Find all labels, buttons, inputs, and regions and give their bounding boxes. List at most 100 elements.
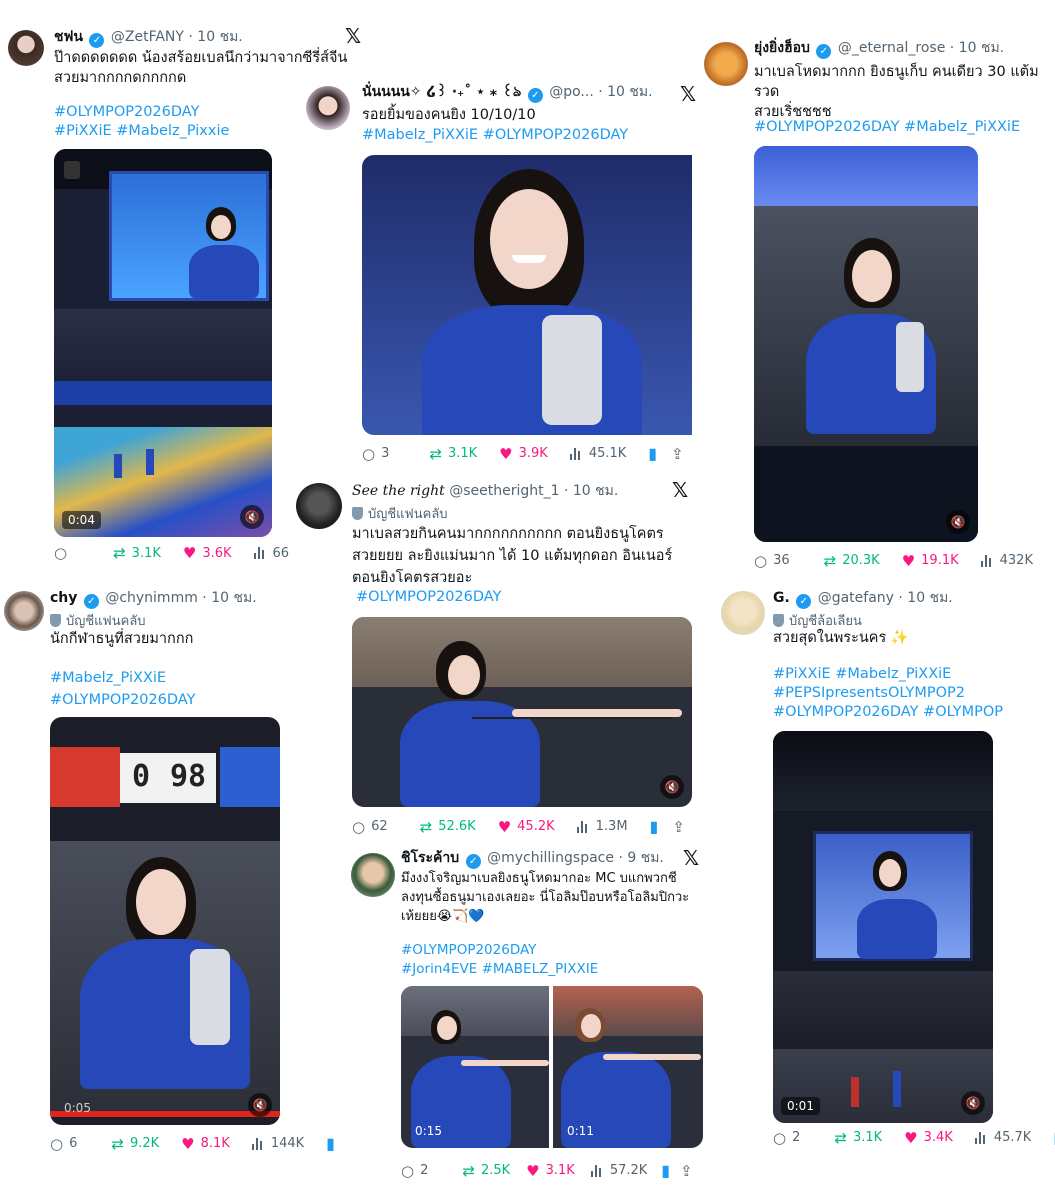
bookmark-icon[interactable]: ▮	[650, 817, 659, 836]
bookmark-icon[interactable]: ▮	[326, 1134, 335, 1153]
scoreboard-scene: 0 98	[50, 717, 280, 1125]
views-icon	[251, 1137, 265, 1150]
tweet-photo[interactable]	[362, 155, 692, 435]
like-button[interactable]: ♥ 3.9K	[499, 445, 548, 463]
retweet-button[interactable]: ⇄ 52.6K	[420, 818, 476, 836]
mute-icon[interactable]: 🔇	[248, 1093, 272, 1117]
retweet-count: 3.1K	[447, 446, 478, 461]
handle[interactable]: @gatefany	[818, 590, 894, 606]
mute-icon[interactable]: 🔇	[240, 505, 264, 529]
video-player[interactable]: 0 98 0:05 🔇	[50, 717, 280, 1125]
tweet-card[interactable]: ชิโระค้าบ ✓ @mychillingspace · 9 ชม. 𝕏 ม…	[345, 845, 715, 1185]
avatar[interactable]	[306, 86, 350, 130]
tweet-card[interactable]: chy ✓ @chynimmm · 10 ชม. บัญชีแฟนคลับ นั…	[0, 585, 335, 1165]
reply-button[interactable]: ○ 2	[773, 1129, 800, 1147]
reply-button[interactable]: ○ 62	[352, 818, 388, 836]
share-icon[interactable]: ⇪	[680, 1162, 693, 1180]
video-player[interactable]: 0:15	[401, 986, 549, 1148]
handle[interactable]: @seetheright_1	[449, 483, 559, 499]
display-name[interactable]: chy	[50, 590, 77, 606]
reply-button[interactable]: ○	[54, 544, 73, 562]
tweet-card[interactable]: See the right @seetheright_1 · 10 ชม. 𝕏 …	[290, 475, 700, 845]
mute-icon[interactable]: 🔇	[946, 510, 970, 534]
handle[interactable]: @ZetFANY	[111, 29, 184, 45]
retweet-button[interactable]: ⇄ 20.3K	[824, 552, 880, 570]
handle[interactable]: @po...	[549, 84, 594, 100]
shield-icon	[50, 614, 61, 627]
retweet-button[interactable]: ⇄ 3.1K	[113, 544, 161, 562]
timestamp[interactable]: · 10 ชม.	[898, 590, 952, 606]
timestamp[interactable]: · 10 ชม.	[202, 590, 256, 606]
hashtags[interactable]: #PiXXiE #Mabelz_PiXXiE #PEPSIpresentsOLY…	[773, 665, 1053, 722]
like-button[interactable]: ♥ 3.4K	[904, 1129, 953, 1147]
display-name[interactable]: ชิโระค้าบ	[401, 850, 459, 866]
views-button[interactable]: 57.2K	[590, 1163, 647, 1178]
reply-button[interactable]: ○ 6	[50, 1135, 77, 1153]
reply-button[interactable]: ○ 36	[754, 552, 790, 570]
like-button[interactable]: ♥ 19.1K	[902, 552, 959, 570]
hashtags[interactable]: #OLYMPOP2026DAY	[356, 588, 686, 607]
like-button[interactable]: ♥ 3.6K	[183, 544, 232, 562]
hashtags[interactable]: #OLYMPOP2026DAY #Mabelz_PiXXiE	[754, 118, 1054, 137]
bookmark-icon[interactable]: ▮	[648, 444, 657, 463]
mute-icon[interactable]: 🔇	[660, 775, 684, 799]
mute-icon[interactable]: 🔇	[961, 1091, 985, 1115]
score-right: 98	[170, 759, 207, 794]
video-player[interactable]: 0:04 🔇	[54, 149, 272, 537]
handle[interactable]: @_eternal_rose	[838, 40, 946, 56]
tweet-card[interactable]: นั่นนนน✧ ໒꒱ ‧₊˚ ⋆ ⁎ ꒰ঌ ✓ @po... · 10 ชม.…	[300, 78, 700, 473]
views-button[interactable]: 1.3M	[576, 819, 628, 834]
avatar[interactable]	[296, 483, 342, 529]
avatar[interactable]	[351, 853, 395, 897]
reply-count: 62	[371, 819, 388, 834]
tweet-card[interactable]: G. ✓ @gatefany · 10 ชม. บัญชีล้อเลียน สว…	[715, 585, 1055, 1160]
like-button[interactable]: ♥ 45.2K	[498, 818, 555, 836]
timestamp[interactable]: · 9 ชม.	[618, 850, 663, 866]
hashtags[interactable]: #Mabelz_PiXXiE #OLYMPOP2026DAY	[362, 126, 692, 145]
views-button[interactable]: 66	[253, 546, 289, 561]
retweet-button[interactable]: ⇄ 3.1K	[429, 445, 477, 463]
timestamp[interactable]: · 10 ชม.	[564, 483, 618, 499]
tweet-header: See the right @seetheright_1 · 10 ชม.	[352, 482, 618, 500]
like-button[interactable]: ♥ 3.1K	[526, 1162, 575, 1180]
views-button[interactable]: 45.1K	[569, 446, 626, 461]
video-player[interactable]: 🔇	[352, 617, 692, 807]
like-count: 19.1K	[921, 553, 959, 568]
video-player[interactable]: 0:01 🔇	[773, 731, 993, 1123]
handle[interactable]: @chynimmm	[105, 590, 198, 606]
views-button[interactable]: 45.7K	[974, 1130, 1031, 1145]
views-icon	[974, 1131, 988, 1144]
avatar[interactable]	[721, 591, 765, 635]
timestamp[interactable]: · 10 ชม.	[950, 40, 1004, 56]
like-button[interactable]: ♥ 8.1K	[181, 1135, 230, 1153]
display-name[interactable]: G.	[773, 590, 790, 606]
like-count: 45.2K	[517, 819, 555, 834]
retweet-button[interactable]: ⇄ 2.5K	[462, 1162, 510, 1180]
share-icon[interactable]: ⇪	[671, 445, 684, 463]
hashtags[interactable]: #OLYMPOP2026DAY #Jorin4EVE #MABELZ_PIXXI…	[401, 941, 711, 979]
views-button[interactable]: 144K	[251, 1136, 304, 1151]
reply-button[interactable]: ○ 3	[362, 445, 389, 463]
avatar[interactable]	[8, 30, 44, 66]
display-name[interactable]: ชฟน	[54, 29, 83, 45]
bookmark-icon[interactable]: ▮	[661, 1161, 670, 1180]
handle[interactable]: @mychillingspace	[487, 850, 614, 866]
display-name[interactable]: ยุ่งยิ่งฮ็อบ	[754, 40, 810, 56]
display-name[interactable]: นั่นนนน✧ ໒꒱ ‧₊˚ ⋆ ⁎ ꒰ঌ	[362, 84, 521, 100]
tweet-card[interactable]: ยุ่งยิ่งฮ็อบ ✓ @_eternal_rose · 10 ชม. ม…	[700, 30, 1055, 575]
views-button[interactable]: 432K	[980, 553, 1033, 568]
retweet-button[interactable]: ⇄ 3.1K	[834, 1129, 882, 1147]
hashtags[interactable]: #Mabelz_PiXXiE #OLYMPOP2026DAY	[50, 667, 295, 711]
timestamp[interactable]: · 10 ชม.	[598, 84, 652, 100]
timestamp[interactable]: · 10 ชม.	[188, 29, 242, 45]
reply-count: 2	[792, 1130, 801, 1145]
display-name[interactable]: See the right	[352, 483, 445, 499]
avatar[interactable]	[704, 42, 748, 86]
reply-button[interactable]: ○ 2	[401, 1162, 428, 1180]
video-player[interactable]: 0:11	[553, 986, 703, 1148]
share-icon[interactable]: ⇪	[672, 818, 685, 836]
retweet-button[interactable]: ⇄ 9.2K	[111, 1135, 159, 1153]
arena-scene	[54, 149, 272, 537]
video-player[interactable]: 🔇	[754, 146, 978, 542]
avatar[interactable]	[4, 591, 44, 631]
